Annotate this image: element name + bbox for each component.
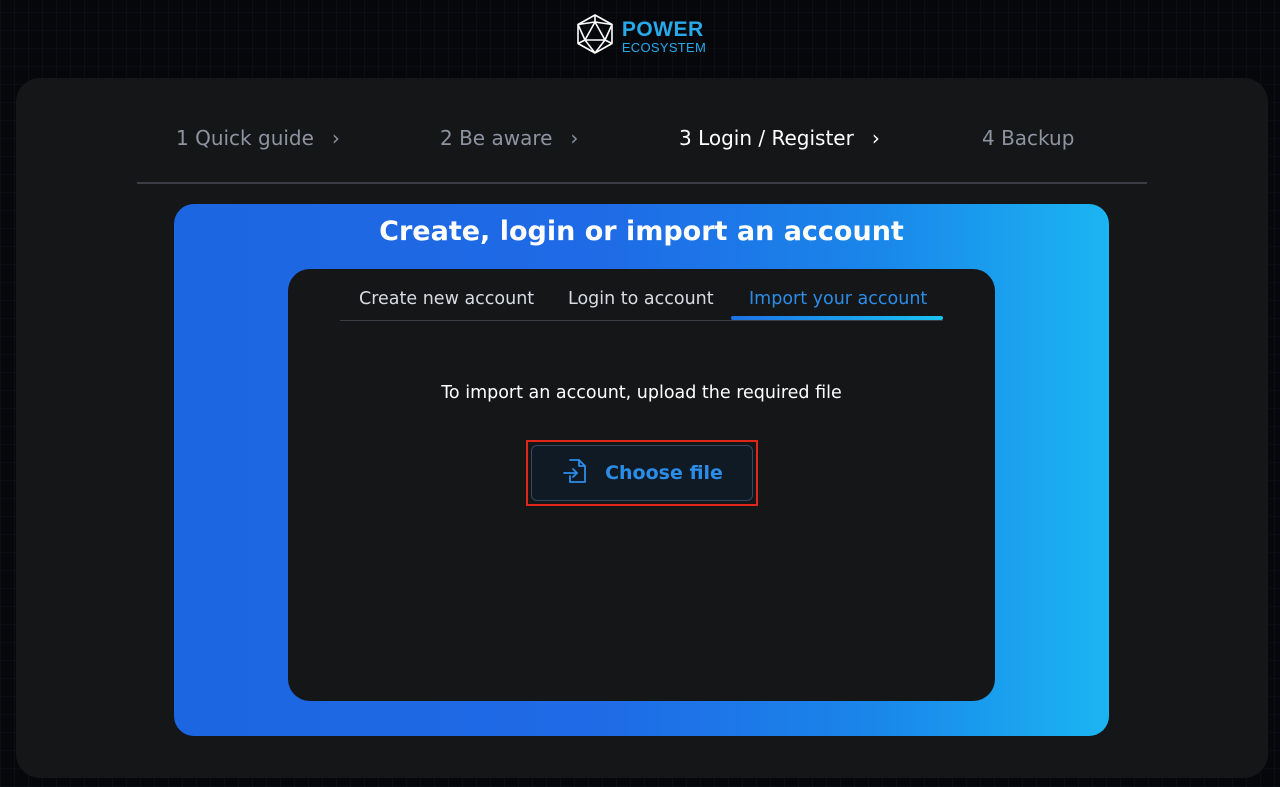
step-quick-guide[interactable]: 1 Quick guide › <box>176 126 340 150</box>
header: POWER ECOSYSTEM <box>0 0 1280 76</box>
step-label: 1 Quick guide <box>176 126 314 150</box>
chevron-right-icon: › <box>871 126 880 150</box>
choose-file-label: Choose file <box>605 462 723 484</box>
stepper: 1 Quick guide › 2 Be aware › 3 Login / R… <box>137 78 1147 184</box>
account-panel: Create, login or import an account Creat… <box>174 204 1109 736</box>
account-tabs: Create new account Login to account Impo… <box>340 283 943 321</box>
active-tab-indicator <box>731 316 943 320</box>
polyhedron-logo-icon <box>574 13 616 59</box>
chevron-right-icon: › <box>570 126 579 150</box>
account-form-container: Create new account Login to account Impo… <box>288 269 995 701</box>
chevron-right-icon: › <box>331 126 340 150</box>
brand-logo[interactable]: POWER ECOSYSTEM <box>574 13 706 59</box>
import-hint: To import an account, upload the require… <box>441 383 842 403</box>
step-login-register[interactable]: 3 Login / Register › <box>679 126 880 150</box>
step-label: 2 Be aware <box>440 126 553 150</box>
logo-title: POWER <box>621 17 704 41</box>
tab-import-your-account[interactable]: Import your account <box>749 289 927 309</box>
step-label: 4 Backup <box>982 126 1075 150</box>
tab-create-new-account[interactable]: Create new account <box>359 289 534 309</box>
logo-subtitle: ECOSYSTEM <box>621 39 707 55</box>
step-be-aware[interactable]: 2 Be aware › <box>440 126 578 150</box>
step-backup[interactable]: 4 Backup <box>982 126 1074 150</box>
file-import-icon <box>561 457 589 489</box>
tab-login-to-account[interactable]: Login to account <box>568 289 714 309</box>
step-label: 3 Login / Register <box>679 126 854 150</box>
onboarding-card: 1 Quick guide › 2 Be aware › 3 Login / R… <box>16 78 1268 778</box>
choose-file-button[interactable]: Choose file <box>531 445 753 501</box>
panel-title: Create, login or import an account <box>379 216 904 247</box>
